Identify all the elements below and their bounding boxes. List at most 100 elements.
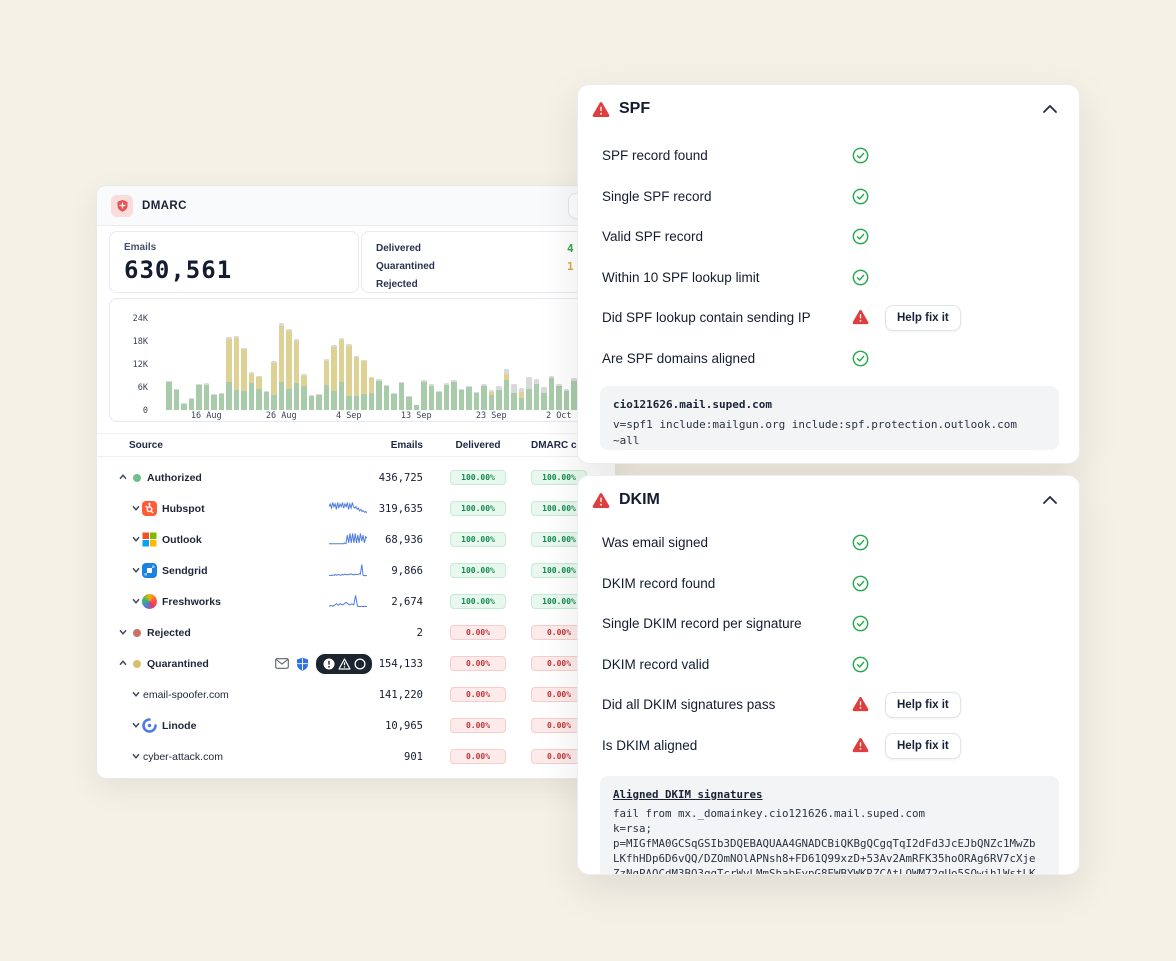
check-label: Single SPF record [602, 189, 712, 204]
bar-22-aug [249, 372, 255, 410]
bar-17-aug [211, 394, 217, 410]
chevron-down-icon[interactable] [132, 536, 140, 542]
bar-27-aug [286, 329, 292, 410]
spf-panel-header[interactable]: SPF [578, 85, 1079, 133]
table-row-sendgrid[interactable]: Sendgrid 9,866 100.00% 100.00% [97, 555, 615, 586]
sendgrid-icon [142, 563, 157, 578]
pass-status [852, 534, 869, 556]
fail-status [852, 309, 869, 330]
spf-check-row: Valid SPF record [578, 217, 1079, 257]
bar-13-sep [414, 405, 420, 410]
dkim-check-row: DKIM record found [578, 564, 1079, 604]
envelope-icon[interactable] [275, 658, 289, 669]
col-source: Source [129, 440, 163, 451]
bar-25-sep [504, 369, 510, 410]
emails-count: 2 [333, 627, 423, 639]
check-circle-icon [852, 350, 869, 367]
delivered-badge: 100.00% [450, 594, 506, 609]
collapse-chevron-icon[interactable] [1043, 496, 1057, 504]
chevron-down-icon[interactable] [132, 598, 140, 604]
dkim-code-line: p=MIGfMA0GCSqGSIb3DQEBAQUAA4GNADCBiQKBgQ… [613, 836, 1046, 851]
check-label: Are SPF domains aligned [602, 351, 755, 366]
bar-12-sep [406, 396, 412, 410]
help-fix-it-button[interactable]: Help fix it [885, 305, 961, 331]
quarantined-value: 1 [567, 260, 574, 273]
delivered-badge: 0.00% [450, 718, 506, 733]
fail-status [852, 737, 869, 758]
brand-title: DMARC [142, 200, 187, 212]
table-row-hubspot[interactable]: Hubspot 319,635 100.00% 100.00% [97, 493, 615, 524]
pass-status [852, 188, 869, 210]
row-label: Freshworks [162, 596, 221, 608]
alert-triangle-icon [592, 101, 610, 118]
status-dot-quarantined [133, 660, 141, 668]
dkim-panel: DKIM Was email signedDKIM record foundSi… [577, 475, 1080, 875]
bar-31-aug [316, 394, 322, 410]
emails-count: 68,936 [333, 534, 423, 546]
x-tick: 4 Sep [336, 411, 362, 421]
collapse-chevron-icon[interactable] [1043, 105, 1057, 113]
bar-30-sep [541, 387, 547, 410]
bar-11-aug [166, 381, 172, 410]
check-label: DKIM record valid [602, 657, 709, 672]
spf-title: SPF [619, 100, 650, 118]
table-row-rejected[interactable]: Rejected 2 0.00% 0.00% [97, 617, 615, 648]
chevron-down-icon[interactable] [132, 505, 140, 511]
row-label: Hubspot [162, 503, 205, 515]
chevron-up-icon[interactable] [119, 474, 127, 480]
dmarc-shield-logo [111, 195, 133, 217]
bar-19-aug [226, 337, 232, 410]
chevron-up-icon[interactable] [119, 660, 127, 666]
dmarc-dashboard-panel: DMARC Emails 630,561 Delivered Quarantin… [96, 185, 616, 779]
row-label: email-spoofer.com [143, 689, 229, 701]
delivered-badge: 100.00% [450, 563, 506, 578]
alert-triangle-icon [852, 737, 869, 753]
table-row-authorized[interactable]: Authorized 436,725 100.00% 100.00% [97, 462, 615, 493]
chevron-down-icon[interactable] [132, 753, 140, 759]
linode-icon [142, 718, 157, 733]
outlook-microsoft-icon [142, 532, 157, 547]
table-row-email-spoofer[interactable]: email-spoofer.com 141,220 0.00% 0.00% [97, 679, 615, 710]
emails-stat-card: Emails 630,561 [109, 231, 359, 293]
bar-6-sep [361, 360, 367, 410]
table-row-quarantined[interactable]: Quarantined [97, 648, 615, 679]
spf-check-row: SPF record found [578, 136, 1079, 176]
bar-10-sep [391, 393, 397, 410]
sources-table-body: Authorized 436,725 100.00% 100.00% Hubsp… [97, 462, 615, 772]
table-row-linode[interactable]: Linode 10,965 0.00% 0.00% [97, 710, 615, 741]
chevron-down-icon[interactable] [132, 567, 140, 573]
y-tick: 6K [114, 383, 148, 393]
chevron-down-icon[interactable] [132, 722, 140, 728]
row-label: Linode [162, 720, 196, 732]
pass-status [852, 575, 869, 597]
x-tick: 16 Aug [191, 411, 222, 421]
help-fix-it-button[interactable]: Help fix it [885, 692, 961, 718]
check-label: Did SPF lookup contain sending IP [602, 310, 811, 325]
chevron-down-icon[interactable] [132, 691, 140, 697]
table-row-cyber-attack[interactable]: cyber-attack.com 901 0.00% 0.00% [97, 741, 615, 772]
bar-18-aug [219, 393, 225, 410]
table-row-outlook[interactable]: Outlook 68,936 100.00% 100.00% [97, 524, 615, 555]
emails-count: 10,965 [333, 720, 423, 732]
check-circle-icon [852, 269, 869, 286]
emails-count: 141,220 [333, 689, 423, 701]
table-row-freshworks[interactable]: Freshworks 2,674 100.00% 100.00% [97, 586, 615, 617]
help-fix-it-button[interactable]: Help fix it [885, 733, 961, 759]
emails-count: 2,674 [333, 596, 423, 608]
spf-check-row: Did SPF lookup contain sending IP Help fi… [578, 298, 1079, 338]
dkim-check-row: Did all DKIM signatures passHelp fix it [578, 685, 1079, 725]
blue-shield-icon[interactable] [296, 657, 309, 671]
bar-24-sep [496, 386, 502, 410]
emails-value: 630,561 [124, 256, 344, 284]
disposition-stat-card: Delivered Quarantined Rejected 4 1 [361, 231, 611, 293]
bar-24-aug [264, 391, 270, 410]
chevron-down-icon[interactable] [119, 629, 127, 635]
bar-15-sep [429, 384, 435, 410]
dkim-panel-header[interactable]: DKIM [578, 476, 1079, 524]
dashboard-header: DMARC [97, 186, 615, 226]
bar-2-oct [556, 384, 562, 410]
dkim-code-line: ZzNqPAOCdM3BO3qqTcrWvLMmSbabEypG8EWBYWKR… [613, 866, 1046, 875]
check-label: Is DKIM aligned [602, 738, 697, 753]
bar-1-sep [324, 359, 330, 410]
x-tick: 2 Oct [546, 411, 572, 421]
